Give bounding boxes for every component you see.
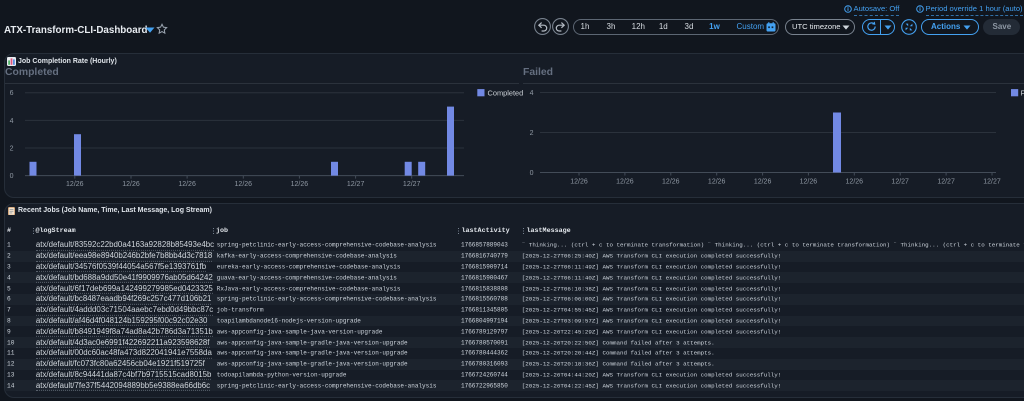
svg-text:12/26: 12/26 [122, 181, 140, 188]
svg-text:12/26: 12/26 [754, 179, 772, 186]
svg-text:Failed: Failed [1021, 88, 1024, 97]
svg-text:12/27: 12/27 [403, 181, 421, 188]
svg-text:12/26: 12/26 [662, 179, 680, 186]
svg-text:12/26: 12/26 [616, 179, 634, 186]
svg-text:12/26: 12/26 [178, 181, 196, 188]
svg-text:6: 6 [10, 90, 14, 97]
svg-text:Completed: Completed [488, 88, 524, 97]
svg-text:12/26: 12/26 [846, 179, 864, 186]
svg-text:12/26: 12/26 [291, 181, 309, 188]
svg-text:12/26: 12/26 [235, 181, 253, 188]
svg-text:4: 4 [10, 118, 14, 125]
svg-text:12/26: 12/26 [570, 179, 588, 186]
svg-text:4: 4 [530, 90, 534, 97]
svg-text:0: 0 [10, 173, 14, 180]
svg-text:12/27: 12/27 [983, 179, 1001, 186]
svg-text:12/27: 12/27 [937, 179, 955, 186]
svg-text:12/26: 12/26 [66, 181, 84, 188]
svg-text:12/26: 12/26 [708, 179, 726, 186]
svg-text:0: 0 [530, 170, 534, 177]
svg-text:12/27: 12/27 [347, 181, 365, 188]
svg-text:12/26: 12/26 [800, 179, 818, 186]
svg-text:2: 2 [10, 145, 14, 152]
svg-text:12/27: 12/27 [891, 179, 909, 186]
svg-text:2: 2 [530, 130, 534, 137]
